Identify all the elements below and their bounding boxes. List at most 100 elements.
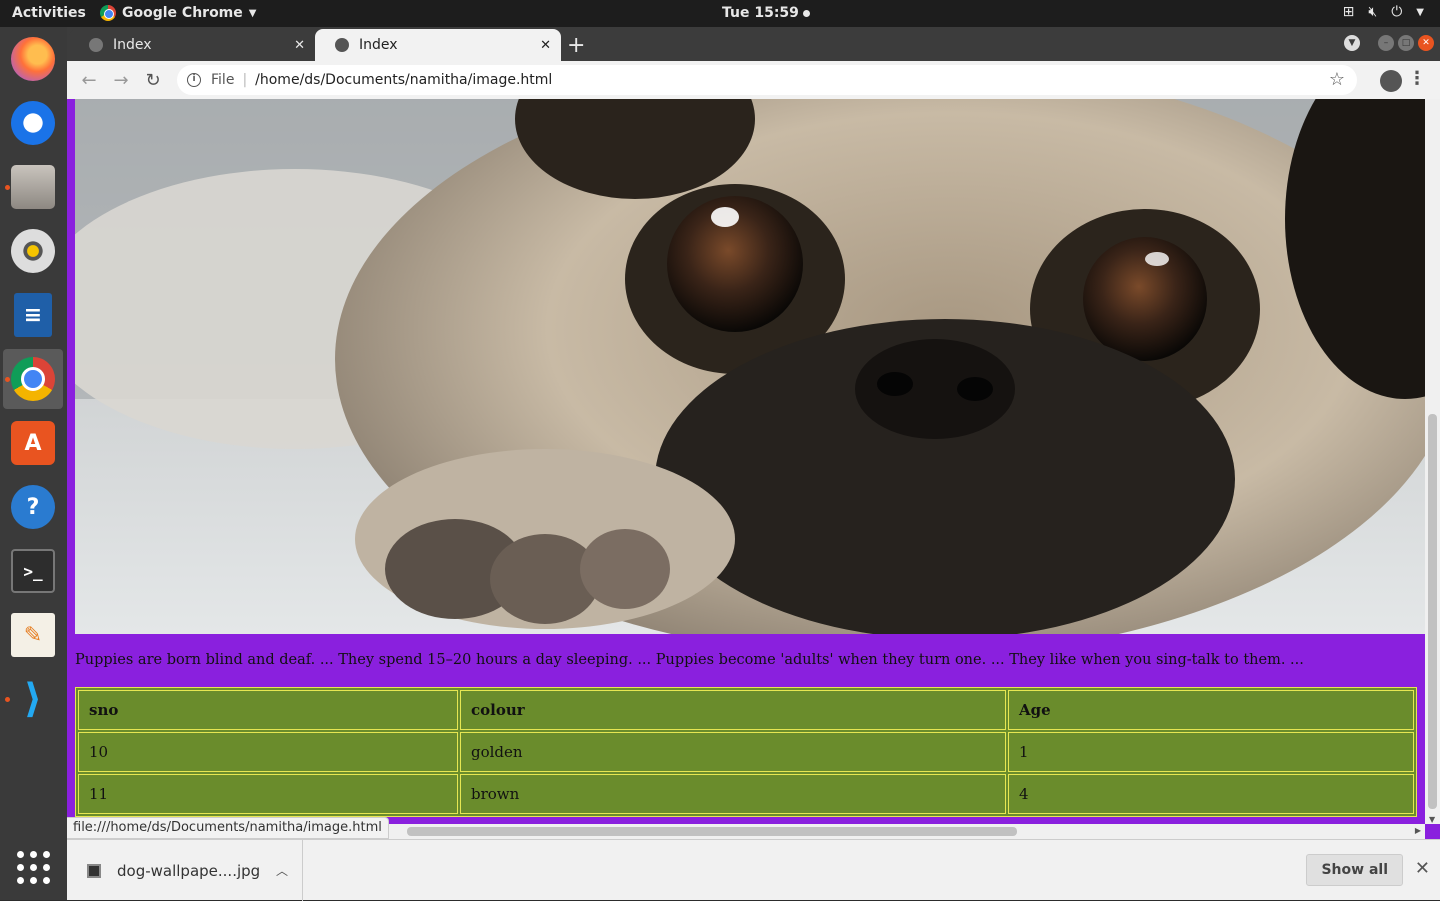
back-button[interactable]: ← [73,70,105,91]
forward-button[interactable]: → [105,70,137,91]
dock-rhythmbox[interactable] [3,221,63,281]
tab-index-2[interactable]: Index ✕ [315,29,561,61]
chrome-icon [100,5,116,21]
download-filename: dog-wallpape....jpg [117,861,261,880]
network-icon: ⊞ [1342,4,1355,20]
tab-strip: Index ✕ Index ✕ + ▼ – □ ✕ [67,27,1440,61]
clock-label: Tue 15:59 [722,5,799,21]
files-icon [11,165,55,209]
writer-icon: ≡ [14,293,52,337]
cell-sno: 11 [78,774,458,814]
terminal-icon: >_ [11,549,55,593]
close-icon[interactable]: ✕ [540,38,551,53]
close-icon[interactable]: ✕ [294,38,305,53]
puppy-facts-paragraph: Puppies are born blind and deaf. ... The… [75,652,1304,668]
bookmark-star-icon[interactable]: ☆ [1329,69,1345,90]
table-row: 11 brown 4 [78,774,1414,814]
software-store-icon: A [11,421,55,465]
image-file-icon [87,863,101,878]
table-row: 10 golden 1 [78,732,1414,772]
minimize-button[interactable]: – [1378,35,1394,51]
horizontal-scroll-thumb[interactable] [407,827,1017,836]
firefox-icon [11,37,55,81]
dock-firefox[interactable] [3,29,63,89]
rhythmbox-icon [11,229,55,273]
app-menu-label: Google Chrome [122,5,243,21]
power-icon: ⏻ [1391,4,1403,20]
chevron-up-icon[interactable]: ︿ [276,862,288,879]
scroll-down-arrow-icon[interactable]: ▼ [1429,815,1435,824]
vertical-scrollbar[interactable]: ▼ [1425,99,1440,824]
cell-age: 4 [1008,774,1414,814]
cell-colour: golden [460,732,1006,772]
window-controls: ▼ – □ ✕ [1344,35,1434,51]
thunderbird-icon [11,101,55,145]
tab-index-1[interactable]: Index ✕ [69,29,315,61]
cell-age: 1 [1008,732,1414,772]
cell-sno: 10 [78,732,458,772]
text-editor-icon: ✎ [11,613,55,657]
globe-icon [89,38,103,52]
dock-chrome[interactable] [3,349,63,409]
close-window-button[interactable]: ✕ [1418,35,1434,51]
tab-search-button[interactable]: ▼ [1344,35,1360,51]
info-icon[interactable]: i [187,73,201,87]
table-header-row: sno colour Age [78,690,1414,730]
chevron-down-icon: ▼ [1416,6,1424,18]
page-viewport: Puppies are born blind and deaf. ... The… [67,99,1440,839]
chrome-window: Index ✕ Index ✕ + ▼ – □ ✕ ← → ↻ i File |… [67,27,1440,901]
url-text: /home/ds/Documents/namitha/image.html [255,72,553,88]
running-indicator-icon [5,377,10,382]
app-menu[interactable]: Google Chrome ▼ [100,5,256,21]
ubuntu-dock: ≡ A ? >_ ✎ ⟩ [0,27,67,900]
show-applications-button[interactable] [3,837,63,897]
vertical-scroll-thumb[interactable] [1428,414,1437,809]
url-divider: | [242,72,248,88]
volume-muted-icon: 🔇︎ [1368,4,1378,20]
dock-thunderbird[interactable] [3,93,63,153]
app-grid-icon [16,850,50,884]
header-age: Age [1008,690,1414,730]
maximize-button[interactable]: □ [1398,35,1414,51]
tab-title: Index [113,37,152,53]
dock-software[interactable]: A [3,413,63,473]
clock[interactable]: Tue 15:59 [722,5,810,21]
url-scheme-label: File [211,72,235,88]
dock-terminal[interactable]: >_ [3,541,63,601]
chevron-down-icon: ▼ [1348,38,1356,48]
chrome-icon [11,357,55,401]
address-bar[interactable]: i File | /home/ds/Documents/namitha/imag… [177,65,1357,95]
dock-text-editor[interactable]: ✎ [3,605,63,665]
browser-toolbar: ← → ↻ i File | /home/ds/Documents/namith… [67,61,1440,99]
show-all-button[interactable]: Show all [1306,854,1403,886]
activities-button[interactable]: Activities [12,5,86,21]
dock-writer[interactable]: ≡ [3,285,63,345]
header-colour: colour [460,690,1006,730]
scroll-right-arrow-icon[interactable]: ▶ [1415,826,1421,835]
system-tray[interactable]: ⊞ 🔇︎ ⏻ ▼ [1343,4,1424,20]
running-indicator-icon [5,697,10,702]
profile-avatar-icon[interactable] [1380,70,1402,92]
chevron-down-icon: ▼ [248,7,257,19]
header-sno: sno [78,690,458,730]
download-item[interactable]: dog-wallpape....jpg ︿ [67,840,303,901]
dock-files[interactable] [3,157,63,217]
dock-vscode[interactable]: ⟩ [3,669,63,729]
notification-dot-icon [802,9,810,17]
pug-image [75,99,1425,634]
gnome-top-bar: Activities Google Chrome ▼ Tue 15:59 ⊞ 🔇… [0,0,1440,27]
menu-kebab-icon[interactable]: ⋮ [1408,68,1426,89]
dog-table: sno colour Age 10 golden 1 11 brown 4 [75,687,1417,817]
status-bubble: file:///home/ds/Documents/namitha/image.… [67,817,389,839]
reload-button[interactable]: ↻ [137,70,169,91]
running-indicator-icon [5,185,10,190]
close-icon[interactable]: ✕ [1415,858,1430,879]
cell-colour: brown [460,774,1006,814]
new-tab-button[interactable]: + [567,33,585,58]
tab-title: Index [359,37,398,53]
download-shelf: dog-wallpape....jpg ︿ Show all ✕ [67,839,1440,901]
vscode-icon: ⟩ [23,676,43,722]
help-icon: ? [11,485,55,529]
dock-help[interactable]: ? [3,477,63,537]
globe-icon [335,38,349,52]
